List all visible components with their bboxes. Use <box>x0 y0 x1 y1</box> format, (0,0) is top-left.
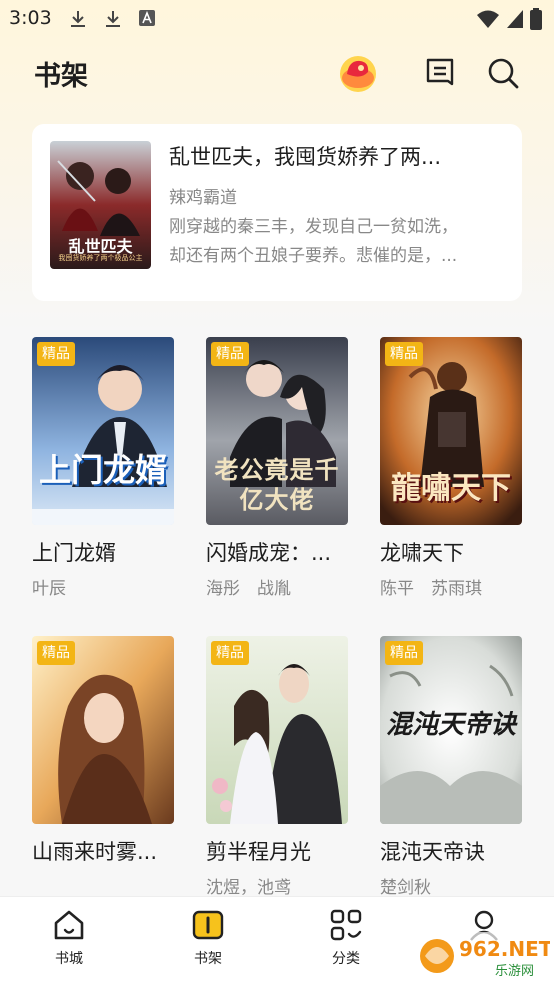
download-icon <box>106 11 120 27</box>
book-item-2[interactable]: 老公竟是千亿大佬 精品 闪婚成宠：... 海彤 战胤 <box>206 337 348 599</box>
book-cover-title: 上门龙婿 <box>38 451 167 489</box>
book-cover[interactable]: 老公竟是千亿大佬 精品 <box>206 337 348 525</box>
book-title[interactable]: 混沌天帝诀 <box>380 836 522 866</box>
book-author: 陈平 苏雨琪 <box>380 579 482 599</box>
status-time: 3:03 <box>9 7 52 29</box>
featured-book-title[interactable]: 乱世匹夫，我囤货娇养了两... <box>169 141 514 171</box>
book-item-1[interactable]: 上门龙婿 精品 上门龙婿 叶辰 <box>32 337 174 599</box>
signal-icon <box>507 10 523 28</box>
wifi-icon <box>477 10 499 28</box>
nav-item-bookshelf[interactable]: 书架 <box>168 907 248 968</box>
site-watermark: 962.NET 乐游网 <box>415 932 553 980</box>
watermark-subtext: 乐游网 <box>495 964 534 979</box>
book-cover-title: 老公竟是千亿大佬 <box>214 455 340 514</box>
premium-badge: 精品 <box>211 641 249 665</box>
book-cover-title: 龍嘯天下 <box>391 471 511 506</box>
book-item-4[interactable]: 精品 山雨来时雾... <box>32 636 174 866</box>
premium-badge: 精品 <box>211 342 249 366</box>
book-title[interactable]: 龙啸天下 <box>380 537 522 567</box>
book-item-5[interactable]: 精品 剪半程月光 沈煜，池鸢 <box>206 636 348 898</box>
notes-icon[interactable] <box>419 52 461 94</box>
font-icon <box>139 10 155 26</box>
battery-icon <box>530 8 542 30</box>
featured-book-author: 辣鸡霸道 <box>169 188 237 208</box>
featured-book-description: 刚穿越的秦三丰，发现自己一贫如洗， 却还有两个丑娘子要养。悲催的是，... <box>169 213 509 271</box>
status-bar: 3:03 <box>0 0 554 36</box>
page-title: 书架 <box>34 61 88 92</box>
premium-badge: 精品 <box>385 641 423 665</box>
book-cover[interactable]: 精品 <box>32 636 174 824</box>
nav-label: 书架 <box>194 951 222 967</box>
book-item-6[interactable]: 混沌天帝诀 精品 混沌天帝诀 楚剑秋 <box>380 636 522 898</box>
download-icon <box>71 11 85 27</box>
book-cover[interactable]: 精品 <box>206 636 348 824</box>
bookshelf-icon <box>190 907 226 943</box>
book-cover-title: 混沌天帝诀 <box>385 710 516 740</box>
home-icon <box>51 907 87 943</box>
book-author: 叶辰 <box>32 579 66 599</box>
book-cover[interactable]: 上门龙婿 精品 <box>32 337 174 525</box>
book-cover[interactable]: 混沌天帝诀 精品 <box>380 636 522 824</box>
nav-label: 分类 <box>332 951 360 967</box>
featured-book-card[interactable]: 乱世匹夫 我囤货娇养了两个极品公主 乱世匹夫，我囤货娇养了两... 辣鸡霸道 刚… <box>32 124 522 301</box>
book-title[interactable]: 上门龙婿 <box>32 537 174 567</box>
book-item-3[interactable]: 龍嘯天下 精品 龙啸天下 陈平 苏雨琪 <box>380 337 522 599</box>
book-author: 海彤 战胤 <box>206 579 291 599</box>
book-author: 楚剑秋 <box>380 878 431 898</box>
watermark-text: 962.NET <box>459 937 550 961</box>
nav-item-bookstore[interactable]: 书城 <box>29 907 109 968</box>
book-title[interactable]: 剪半程月光 <box>206 836 348 866</box>
featured-book-cover[interactable]: 乱世匹夫 我囤货娇养了两个极品公主 <box>50 141 151 269</box>
book-author: 沈煜，池鸢 <box>206 878 291 898</box>
book-title[interactable]: 闪婚成宠：... <box>206 537 348 567</box>
search-icon[interactable] <box>482 52 524 94</box>
gift-icon[interactable] <box>337 52 379 94</box>
featured-cover-subtitle: 我囤货娇养了两个极品公主 <box>58 254 143 262</box>
category-icon <box>328 907 364 943</box>
featured-desc-line: 刚穿越的秦三丰，发现自己一贫如洗， <box>169 217 458 237</box>
premium-badge: 精品 <box>37 342 75 366</box>
premium-badge: 精品 <box>385 342 423 366</box>
book-title[interactable]: 山雨来时雾... <box>32 836 174 866</box>
book-cover[interactable]: 龍嘯天下 精品 <box>380 337 522 525</box>
premium-badge: 精品 <box>37 641 75 665</box>
nav-item-category[interactable]: 分类 <box>306 907 386 968</box>
nav-label: 书城 <box>55 951 83 967</box>
featured-desc-line: 却还有两个丑娘子要养。悲催的是，... <box>169 246 458 266</box>
